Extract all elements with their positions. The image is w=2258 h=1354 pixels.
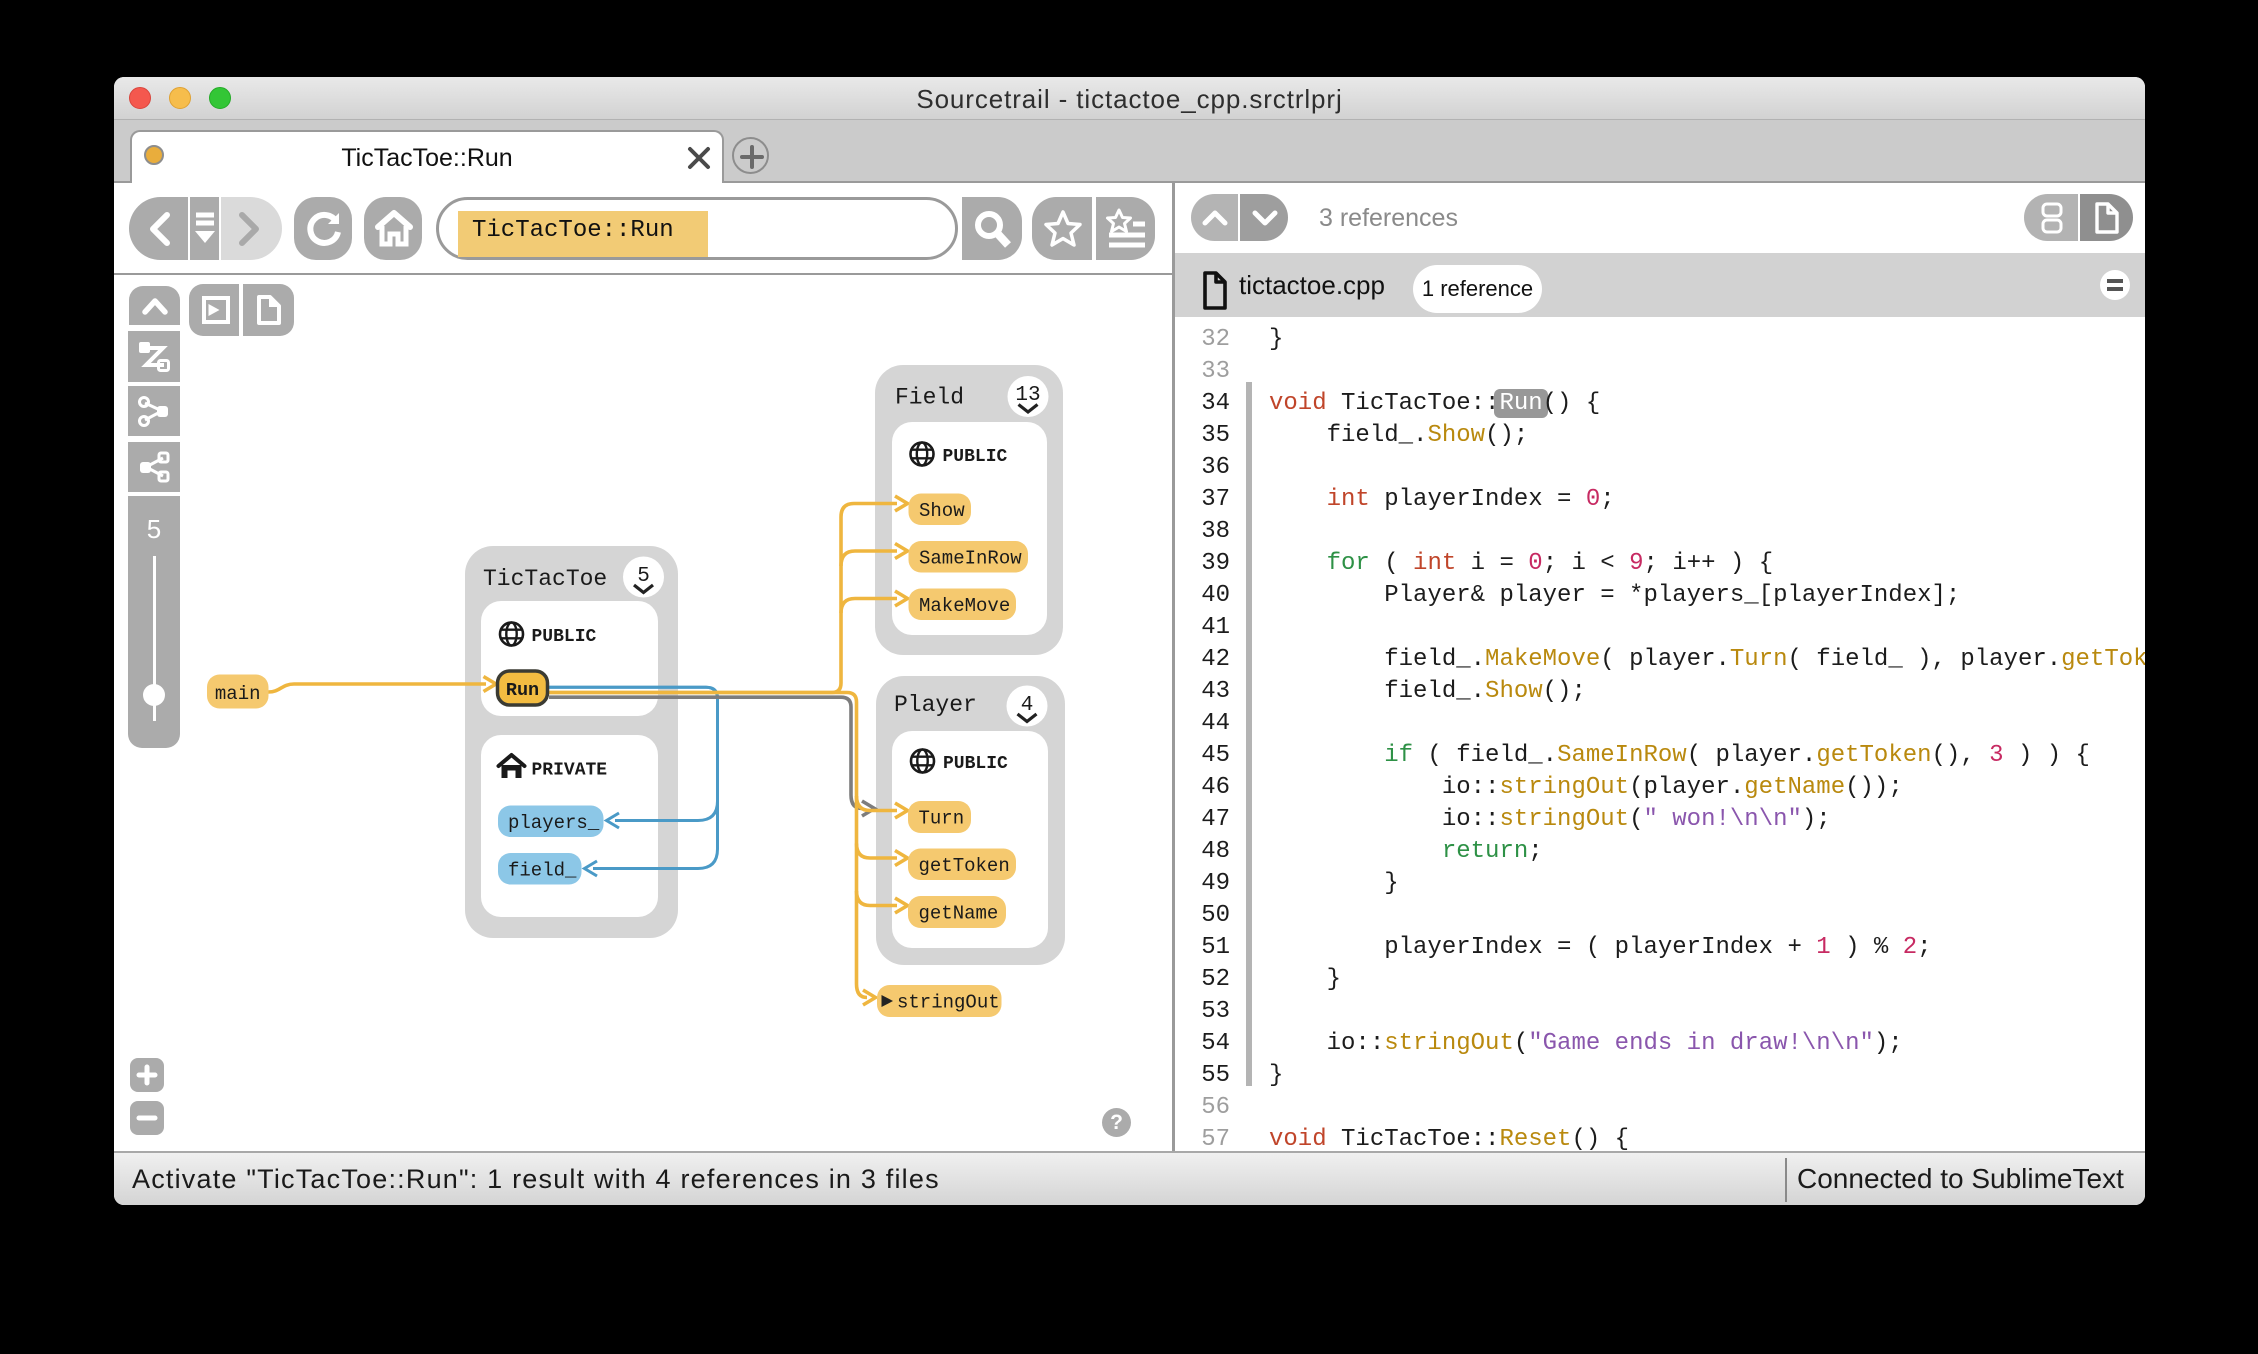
svg-text:MakeMove: MakeMove — [919, 595, 1010, 617]
svg-text:PUBLIC: PUBLIC — [943, 754, 1008, 774]
svg-text:Turn: Turn — [919, 808, 965, 830]
svg-text:Show: Show — [919, 500, 965, 522]
svg-text:PRIVATE: PRIVATE — [532, 761, 608, 781]
svg-text:main: main — [215, 683, 261, 705]
svg-text:SameInRow: SameInRow — [919, 548, 1022, 570]
svg-text:field_: field_ — [508, 860, 577, 882]
svg-text:getName: getName — [919, 903, 999, 925]
svg-text:5: 5 — [637, 565, 650, 588]
svg-text:Player: Player — [894, 692, 977, 718]
svg-text:stringOut: stringOut — [897, 992, 1000, 1014]
svg-text:getToken: getToken — [919, 855, 1010, 877]
svg-text:4: 4 — [1021, 694, 1034, 717]
svg-text:13: 13 — [1015, 384, 1040, 407]
svg-text:PUBLIC: PUBLIC — [943, 447, 1008, 467]
svg-text:Run: Run — [506, 680, 539, 701]
svg-text:TicTacToe: TicTacToe — [483, 566, 607, 592]
svg-text:Field: Field — [895, 385, 964, 411]
svg-text:players_: players_ — [508, 812, 600, 834]
svg-text:PUBLIC: PUBLIC — [532, 627, 597, 647]
